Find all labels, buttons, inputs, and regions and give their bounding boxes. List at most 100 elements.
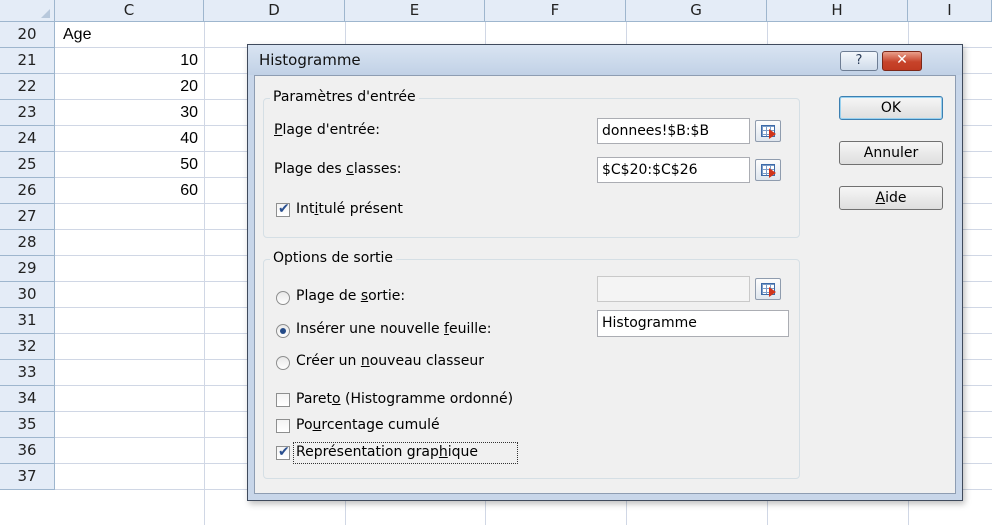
input-parameters-legend: Paramètres d'entrée bbox=[270, 89, 419, 105]
row-header[interactable]: 24 bbox=[0, 126, 55, 152]
cell-c22[interactable]: 20 bbox=[55, 74, 204, 100]
output-range-label-3: ortie: bbox=[368, 288, 406, 304]
pareto-label[interactable]: Pareto (Histogramme ordonné) bbox=[296, 391, 513, 407]
chart-output-label[interactable]: Représentation graphique bbox=[296, 444, 478, 460]
pareto-checkbox[interactable] bbox=[276, 393, 290, 407]
output-options-legend: Options de sortie bbox=[270, 250, 397, 266]
histogram-dialog: Histogramme ? ✕ Paramètres d'entrée Plag… bbox=[247, 44, 963, 501]
cumulative-percentage-checkbox[interactable] bbox=[276, 419, 290, 433]
pareto-label-3: (Histogramme ordonné) bbox=[340, 391, 514, 407]
new-workbook-label-1: Créer un bbox=[296, 353, 361, 369]
new-workbook-label-3: ouveau classeur bbox=[369, 353, 484, 369]
bin-range-collapse-button[interactable] bbox=[755, 159, 781, 181]
chart-output-checkbox[interactable]: ✔ bbox=[276, 444, 290, 460]
row-header[interactable]: 32 bbox=[0, 334, 55, 360]
cell-c26[interactable]: 60 bbox=[55, 178, 204, 204]
cumulative-label-1: Po bbox=[296, 417, 313, 433]
output-range-field[interactable] bbox=[597, 276, 750, 302]
dialog-content: Paramètres d'entrée Plage d'entrée: donn… bbox=[254, 75, 956, 494]
row-header[interactable]: 21 bbox=[0, 48, 55, 74]
chart-label-3: ique bbox=[447, 444, 479, 460]
input-parameters-group: Paramètres d'entrée Plage d'entrée: donn… bbox=[263, 89, 800, 238]
output-range-collapse-button[interactable] bbox=[755, 278, 781, 300]
cell-c20[interactable]: Age bbox=[55, 22, 212, 48]
cell-c24[interactable]: 40 bbox=[55, 126, 204, 152]
bin-range-field[interactable]: $C$20:$C$26 bbox=[597, 157, 750, 183]
new-workbook-label[interactable]: Créer un nouveau classeur bbox=[296, 353, 484, 369]
row-header[interactable]: 29 bbox=[0, 256, 55, 282]
pareto-label-1: Paret bbox=[296, 391, 332, 407]
new-sheet-label-1: Insérer une nouvelle bbox=[296, 321, 445, 337]
labels-label-3: tulé présent bbox=[318, 201, 403, 217]
input-range-field[interactable]: donnees!$B:$B bbox=[597, 118, 750, 144]
new-sheet-label[interactable]: Insérer une nouvelle feuille: bbox=[296, 321, 491, 337]
cell-c25[interactable]: 50 bbox=[55, 152, 204, 178]
row-header[interactable]: 25 bbox=[0, 152, 55, 178]
column-header-i[interactable]: I bbox=[908, 0, 992, 22]
cancel-button[interactable]: Annuler bbox=[839, 141, 943, 165]
help-button[interactable]: Aide bbox=[839, 186, 943, 210]
cell-c21[interactable]: 10 bbox=[55, 48, 204, 74]
labels-label-1: Int bbox=[296, 201, 315, 217]
row-header[interactable]: 33 bbox=[0, 360, 55, 386]
new-sheet-label-3: euille: bbox=[448, 321, 492, 337]
range-arrow-icon bbox=[769, 287, 776, 297]
chart-label-accel: h bbox=[438, 444, 448, 460]
input-range-collapse-button[interactable] bbox=[755, 120, 781, 142]
radio-selected-dot bbox=[280, 328, 286, 334]
row-header[interactable]: 23 bbox=[0, 100, 55, 126]
column-header-e[interactable]: E bbox=[345, 0, 485, 22]
output-range-label-accel: s bbox=[360, 288, 369, 304]
new-workbook-radio[interactable] bbox=[276, 356, 290, 370]
dialog-title: Histogramme bbox=[259, 51, 361, 69]
row-header[interactable]: 31 bbox=[0, 308, 55, 334]
checkmark-icon: ✔ bbox=[278, 444, 290, 460]
row-header[interactable]: 34 bbox=[0, 386, 55, 412]
chart-label-1: Représentation grap bbox=[296, 444, 439, 460]
input-range-label: Plage d'entrée: bbox=[274, 122, 380, 138]
row-header[interactable]: 28 bbox=[0, 230, 55, 256]
labels-checkbox[interactable]: ✔ bbox=[276, 201, 290, 217]
dialog-titlebar[interactable]: Histogramme ? ✕ bbox=[248, 45, 962, 75]
column-header-c[interactable]: C bbox=[55, 0, 204, 22]
checkmark-icon: ✔ bbox=[278, 201, 290, 217]
pareto-label-accel: o bbox=[331, 391, 341, 407]
output-range-label[interactable]: Plage de sortie: bbox=[296, 288, 405, 304]
output-range-label-1: Plage de bbox=[296, 288, 361, 304]
bin-range-label: Plage des classes: bbox=[274, 161, 402, 177]
output-options-group: Options de sortie Plage de sortie: Insér… bbox=[263, 250, 800, 479]
new-workbook-label-accel: n bbox=[360, 353, 370, 369]
row-header[interactable]: 30 bbox=[0, 282, 55, 308]
row-header[interactable]: 22 bbox=[0, 74, 55, 100]
column-header-d[interactable]: D bbox=[204, 0, 345, 22]
row-header[interactable]: 37 bbox=[0, 464, 55, 490]
column-header-h[interactable]: H bbox=[767, 0, 908, 22]
select-all-triangle-icon bbox=[41, 9, 50, 18]
labels-checkbox-label[interactable]: Intitulé présent bbox=[296, 201, 403, 217]
close-icon[interactable]: ✕ bbox=[882, 51, 922, 71]
new-sheet-radio[interactable] bbox=[276, 324, 290, 338]
cumulative-percentage-label[interactable]: Pourcentage cumulé bbox=[296, 417, 440, 433]
help-question-icon[interactable]: ? bbox=[840, 51, 878, 71]
bin-range-label-3: lasses: bbox=[353, 161, 402, 177]
input-range-label-rest: lage d'entrée: bbox=[282, 122, 380, 138]
output-range-radio[interactable] bbox=[276, 291, 290, 305]
bin-range-label-1: Plage des bbox=[274, 161, 347, 177]
help-button-accel: A bbox=[875, 190, 886, 206]
ok-button[interactable]: OK bbox=[839, 96, 943, 120]
column-header-f[interactable]: F bbox=[485, 0, 626, 22]
row-header[interactable]: 20 bbox=[0, 22, 55, 48]
row-header[interactable]: 36 bbox=[0, 438, 55, 464]
select-all-corner[interactable] bbox=[0, 0, 55, 22]
bin-range-label-accel: c bbox=[346, 161, 354, 177]
row-header[interactable]: 26 bbox=[0, 178, 55, 204]
range-arrow-icon bbox=[769, 129, 776, 139]
row-header[interactable]: 27 bbox=[0, 204, 55, 230]
column-header-g[interactable]: G bbox=[626, 0, 767, 22]
new-sheet-name-field[interactable]: Histogramme bbox=[597, 310, 789, 337]
cumulative-label-3: rcentage cumulé bbox=[321, 417, 440, 433]
row-header[interactable]: 35 bbox=[0, 412, 55, 438]
cell-c23[interactable]: 30 bbox=[55, 100, 204, 126]
help-button-rest: ide bbox=[885, 190, 907, 206]
range-arrow-icon bbox=[769, 168, 776, 178]
